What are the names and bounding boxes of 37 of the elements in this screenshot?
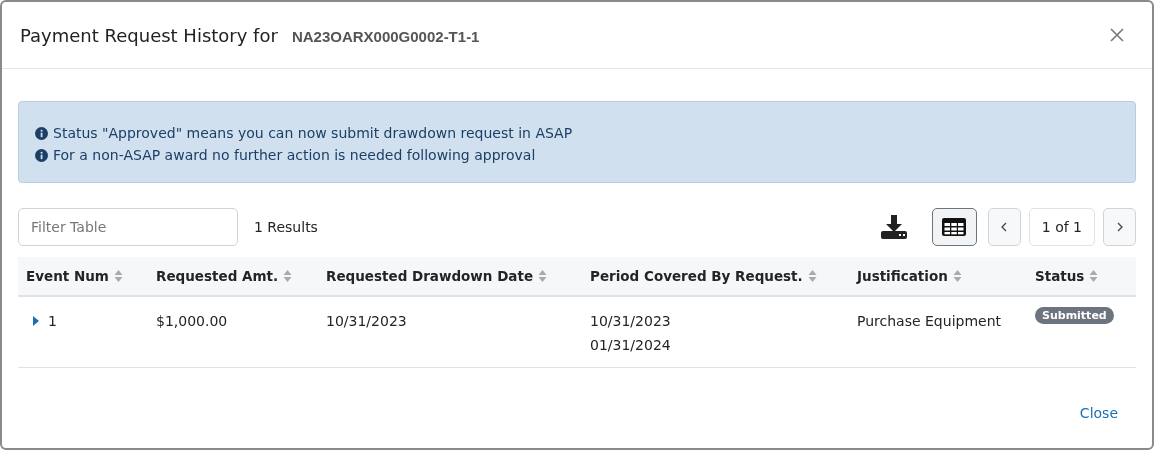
sort-icon[interactable] [952, 269, 962, 283]
info-icon [35, 126, 48, 140]
caret-icon[interactable] [32, 316, 40, 326]
sort-icon[interactable] [807, 269, 817, 283]
table-cell: 10/31/2023 [326, 313, 407, 329]
table-grid-icon [941, 217, 968, 237]
filter-field[interactable]: Filter Table [18, 208, 238, 246]
table-cell: 01/31/2024 [590, 337, 671, 353]
download-icon[interactable] [879, 214, 908, 240]
table-cell: 1 [48, 313, 57, 329]
alert-text: Status "Approved" means you can now submit drawdown request in ASAP [53, 124, 573, 143]
previous-page-button[interactable] [987, 208, 1021, 246]
table-view-button[interactable] [931, 208, 977, 246]
table-cell: 10/31/2023 [590, 313, 671, 329]
info-icon [35, 148, 48, 162]
column-header[interactable]: Status [1027, 257, 1136, 296]
results-count: 1 Results [254, 219, 318, 235]
column-header[interactable]: Requested Drawdown Date [318, 257, 582, 296]
chevron-left-icon [1000, 222, 1009, 232]
table-cell: Purchase Equipment [857, 313, 1002, 329]
alert-text: For a non-ASAP award no further action is needed following approval [53, 146, 536, 165]
column-header[interactable]: Period Covered By Request. [582, 257, 849, 296]
next-page-button[interactable] [1103, 208, 1136, 246]
status-badge: Submitted [1035, 307, 1114, 324]
sort-icon[interactable] [1089, 269, 1099, 283]
sort-icon[interactable] [283, 269, 293, 283]
column-header[interactable]: Justification [849, 257, 1027, 296]
column-header[interactable]: Event Num [18, 257, 148, 296]
column-header[interactable]: Requested Amt. [148, 257, 318, 296]
modal-title: Payment Request History for [20, 24, 278, 46]
page-indicator: 1 of 1 [1028, 208, 1095, 246]
close-link[interactable]: Close [1079, 405, 1118, 421]
table-cell: $1,000.00 [156, 313, 228, 329]
award-id: NA23OARX000G0002-T1-1 [291, 28, 480, 45]
sort-icon[interactable] [113, 269, 123, 283]
chevron-right-icon [1115, 222, 1124, 232]
sort-icon[interactable] [538, 269, 548, 283]
